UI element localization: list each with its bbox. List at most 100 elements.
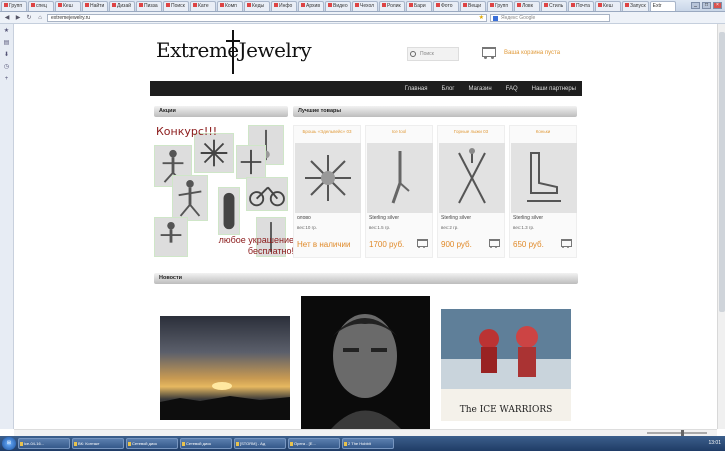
zoom-slider[interactable]: [647, 430, 707, 436]
product-name[interactable]: Брошь «Эдельвейс» 03: [294, 129, 360, 139]
tab-label: Кате: [198, 2, 209, 9]
product-card[interactable]: Коньки Sterling silver вес:1.3 гр. 650 р…: [509, 125, 577, 258]
add-to-cart-icon[interactable]: [415, 237, 429, 249]
cart-status[interactable]: Ваша корзина пуста: [504, 50, 560, 56]
start-button[interactable]: ⊞: [2, 437, 16, 450]
vertical-scrollbar[interactable]: [717, 24, 725, 429]
taskbar-item[interactable]: Opera - [E...: [288, 438, 340, 449]
nav-item-shop[interactable]: Магазин: [468, 86, 491, 92]
downloads-icon[interactable]: ⬇: [4, 52, 10, 58]
browser-tab[interactable]: Кате: [190, 0, 216, 11]
browser-tab[interactable]: Кеш: [55, 0, 81, 11]
browser-tab[interactable]: Ролик: [379, 0, 405, 11]
product-card[interactable]: Горные лыжи 03 Sterling silver вес:2 гр.…: [437, 125, 505, 258]
taskbar-item[interactable]: ВК: Контакт: [72, 438, 124, 449]
maximize-icon[interactable]: □: [702, 2, 711, 9]
browser-tab[interactable]: Кеды: [244, 0, 270, 11]
product-card[interactable]: Ice tool Sterling silver вес:1.5 гр. 170…: [365, 125, 433, 258]
tab-favicon-icon: [544, 3, 548, 8]
news-image-portrait[interactable]: [301, 296, 430, 429]
home-icon[interactable]: ⌂: [36, 14, 44, 22]
promo-thumb: [218, 187, 240, 235]
minimize-icon[interactable]: _: [691, 2, 700, 9]
browser-tab[interactable]: Найти: [82, 0, 108, 11]
nav-item-faq[interactable]: FAQ: [506, 86, 518, 92]
browser-tab[interactable]: Чехол: [352, 0, 378, 11]
browser-tab[interactable]: Фото: [433, 0, 459, 11]
browser-sidebar: ★ ▤ ⬇ ◷ +: [0, 24, 14, 429]
promo-thumb: [246, 177, 288, 211]
browser-tab[interactable]: Почта: [568, 0, 594, 11]
tab-label: Чехол: [360, 2, 375, 9]
news-section-header: Новости: [154, 273, 578, 284]
close-icon[interactable]: ×: [713, 2, 722, 9]
tab-favicon-icon: [490, 3, 494, 8]
product-card[interactable]: Брошь «Эдельвейс» 03 олово вес:10 гр. Не…: [293, 125, 361, 258]
bookmarks-icon[interactable]: ★: [4, 28, 10, 34]
browser-tab[interactable]: Архив: [298, 0, 324, 11]
browser-tab[interactable]: Ловк: [514, 0, 540, 11]
browser-tab[interactable]: Бари: [406, 0, 432, 11]
tab-label: Extr: [652, 2, 662, 9]
taskbar-item[interactable]: 2 The Hobbit: [342, 438, 394, 449]
taskbar-item[interactable]: ice-04-16...: [18, 438, 70, 449]
site-search-placeholder: Поиск: [420, 51, 434, 57]
browser-tab-active[interactable]: Extr: [649, 0, 676, 11]
product-name[interactable]: Ice tool: [366, 129, 432, 139]
browser-tab[interactable]: Стиль: [541, 0, 567, 11]
product-name[interactable]: Коньки: [510, 129, 576, 139]
browser-tab[interactable]: спец: [28, 0, 54, 11]
product-image[interactable]: [295, 143, 361, 213]
tab-favicon-icon: [301, 3, 305, 8]
tab-label: Бари: [414, 2, 426, 9]
address-bar[interactable]: extremejewelry.ru ★: [47, 13, 487, 22]
cart-icon[interactable]: [480, 44, 498, 60]
add-to-cart-icon[interactable]: [559, 237, 573, 249]
history-icon[interactable]: ◷: [4, 64, 10, 70]
bookmark-star-icon[interactable]: ★: [479, 15, 484, 22]
browser-tab[interactable]: Групп: [487, 0, 513, 11]
browser-tab[interactable]: Дизай: [109, 0, 135, 11]
browser-search-input[interactable]: Яндекс Google: [490, 13, 610, 22]
news-image-ice-warriors[interactable]: The ICE WARRIORS: [441, 309, 571, 421]
tab-label: Вещи: [468, 2, 482, 9]
browser-tab[interactable]: Видео: [325, 0, 351, 11]
add-to-cart-icon[interactable]: [487, 237, 501, 249]
browser-tab[interactable]: Комп: [217, 0, 243, 11]
promo-banner[interactable]: Конкурс!!! любое украшение бесплатно!: [154, 125, 294, 263]
taskbar-item[interactable]: Сетевой диск: [180, 438, 232, 449]
tab-favicon-icon: [4, 3, 8, 8]
browser-tab[interactable]: Запуск: [622, 0, 649, 11]
add-panel-icon[interactable]: +: [4, 76, 10, 82]
back-icon[interactable]: ◀: [3, 14, 11, 22]
browser-tab[interactable]: Инфо: [271, 0, 297, 11]
notes-icon[interactable]: ▤: [4, 40, 10, 46]
tab-label: Пизза: [144, 2, 158, 9]
taskbar-item[interactable]: [STORM] - Ад: [234, 438, 286, 449]
nav-item-partners[interactable]: Наши партнеры: [532, 86, 576, 92]
tab-label: Видео: [333, 2, 348, 9]
taskbar-item[interactable]: Сетевой диск: [126, 438, 178, 449]
site-search-input[interactable]: Поиск: [407, 47, 459, 61]
scrollbar-thumb[interactable]: [719, 32, 725, 312]
promo-thumb: [172, 175, 208, 221]
product-name[interactable]: Горные лыжи 03: [438, 129, 504, 139]
product-image[interactable]: [511, 143, 577, 213]
taskbar-clock[interactable]: 13:01: [708, 441, 725, 446]
main-nav: Главная Блог Магазин FAQ Наши партнеры: [150, 81, 582, 96]
news-image-sunset[interactable]: [160, 316, 290, 420]
browser-tab[interactable]: Кеш: [595, 0, 621, 11]
forward-icon[interactable]: ▶: [14, 14, 22, 22]
product-image[interactable]: [439, 143, 505, 213]
browser-tab[interactable]: Групп: [1, 0, 27, 11]
product-material: Sterling silver: [441, 215, 472, 221]
browser-tab[interactable]: Поиск: [163, 0, 189, 11]
reload-icon[interactable]: ↻: [25, 14, 33, 22]
tab-label: Кеш: [603, 2, 613, 9]
browser-tab[interactable]: Пизза: [136, 0, 162, 11]
product-image[interactable]: [367, 143, 433, 213]
nav-item-blog[interactable]: Блог: [442, 86, 455, 92]
browser-tab[interactable]: Вещи: [460, 0, 486, 11]
nav-item-home[interactable]: Главная: [405, 86, 428, 92]
news-caption: The ICE WARRIORS: [459, 405, 553, 415]
